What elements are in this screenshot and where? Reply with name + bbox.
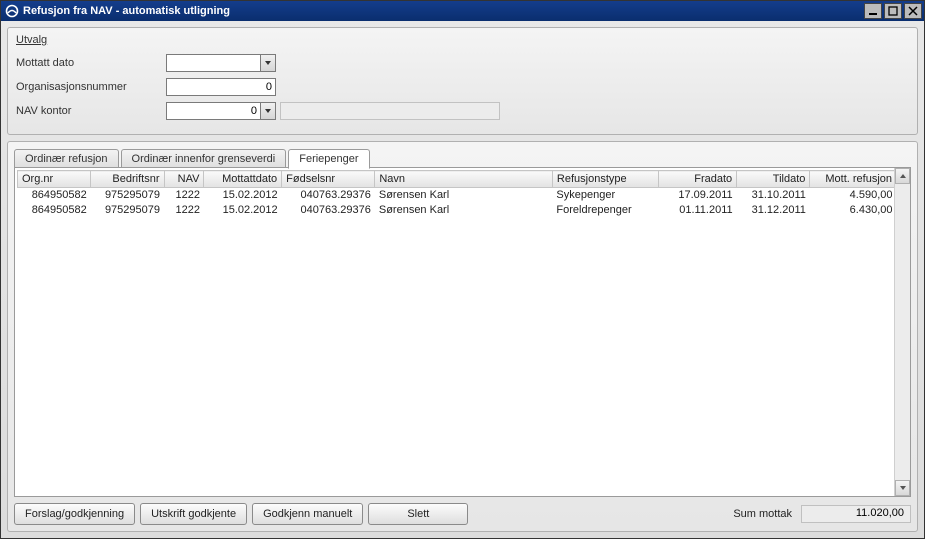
scroll-track[interactable]	[895, 184, 910, 480]
utskrift-godkjente-button[interactable]: Utskrift godkjente	[140, 503, 247, 525]
cell-bedriftsnr: 975295079	[91, 188, 164, 203]
app-window: Refusjon fra NAV - automatisk utligning …	[0, 0, 925, 539]
col-tildato[interactable]: Tildato	[737, 171, 810, 188]
tabstrip: Ordinær refusjon Ordinær innenfor grense…	[14, 146, 911, 168]
tabs-area: Ordinær refusjon Ordinær innenfor grense…	[7, 141, 918, 532]
godkjenn-manuelt-button[interactable]: Godkjenn manuelt	[252, 503, 363, 525]
col-mott-refusjon[interactable]: Mott. refusjon	[810, 171, 894, 188]
cell-bedriftsnr: 975295079	[91, 203, 164, 218]
scroll-down-button[interactable]	[895, 480, 910, 496]
cell-mott_refusjon: 6.430,00	[810, 203, 894, 218]
orgnr-label: Organisasjonsnummer	[16, 81, 166, 93]
sum-mottak-label: Sum mottak	[733, 508, 792, 520]
cell-fodselsnr: 040763.29376	[282, 188, 375, 203]
table-row[interactable]: 864950582975295079122215.02.2012040763.2…	[18, 203, 895, 218]
window-title: Refusjon fra NAV - automatisk utligning	[23, 5, 862, 17]
grid-container: Org.nr Bedriftsnr NAV Mottattdato Fødsel…	[14, 167, 911, 497]
cell-tildato: 31.10.2011	[737, 188, 810, 203]
forslag-godkjenning-button[interactable]: Forslag/godkjenning	[14, 503, 135, 525]
col-fodselsnr[interactable]: Fødselsnr	[282, 171, 375, 188]
cell-orgnr: 864950582	[18, 203, 91, 218]
col-refusjonstype[interactable]: Refusjonstype	[552, 171, 659, 188]
cell-refusjonstype: Sykepenger	[552, 188, 659, 203]
cell-refusjonstype: Foreldrepenger	[552, 203, 659, 218]
cell-fradato: 17.09.2011	[659, 188, 737, 203]
utvalg-group: Utvalg Mottatt dato Organisasjonsnummer …	[7, 27, 918, 135]
sum-mottak-value: 11.020,00	[801, 505, 911, 523]
col-nav[interactable]: NAV	[164, 171, 204, 188]
scroll-up-button[interactable]	[895, 168, 910, 184]
cell-tildato: 31.12.2011	[737, 203, 810, 218]
cell-fodselsnr: 040763.29376	[282, 203, 375, 218]
cell-mottattdato: 15.02.2012	[204, 188, 282, 203]
col-orgnr[interactable]: Org.nr	[18, 171, 91, 188]
mottatt-dato-dropdown-button[interactable]	[260, 54, 276, 72]
mottatt-dato-label: Mottatt dato	[16, 57, 166, 69]
col-fradato[interactable]: Fradato	[659, 171, 737, 188]
nav-kontor-input[interactable]	[166, 102, 260, 120]
nav-kontor-name-display	[280, 102, 500, 120]
col-mottattdato[interactable]: Mottattdato	[204, 171, 282, 188]
cell-nav: 1222	[164, 188, 204, 203]
maximize-button[interactable]	[884, 3, 902, 19]
utvalg-title: Utvalg	[16, 34, 909, 46]
cell-navn: Sørensen Karl	[375, 203, 553, 218]
orgnr-input[interactable]	[166, 78, 276, 96]
slett-button[interactable]: Slett	[368, 503, 468, 525]
titlebar: Refusjon fra NAV - automatisk utligning	[1, 1, 924, 21]
footer-bar: Forslag/godkjenning Utskrift godkjente G…	[14, 503, 911, 525]
nav-kontor-label: NAV kontor	[16, 105, 166, 117]
mottatt-dato-input[interactable]	[166, 54, 260, 72]
close-button[interactable]	[904, 3, 922, 19]
vertical-scrollbar[interactable]	[894, 168, 910, 496]
cell-fradato: 01.11.2011	[659, 203, 737, 218]
cell-mott_refusjon: 4.590,00	[810, 188, 894, 203]
cell-orgnr: 864950582	[18, 188, 91, 203]
nav-kontor-dropdown-button[interactable]	[260, 102, 276, 120]
minimize-button[interactable]	[864, 3, 882, 19]
table-row[interactable]: 864950582975295079122215.02.2012040763.2…	[18, 188, 895, 203]
col-navn[interactable]: Navn	[375, 171, 553, 188]
cell-nav: 1222	[164, 203, 204, 218]
cell-navn: Sørensen Karl	[375, 188, 553, 203]
tab-ordinaer-grenseverdi[interactable]: Ordinær innenfor grenseverdi	[121, 149, 287, 169]
cell-mottattdato: 15.02.2012	[204, 203, 282, 218]
tab-ordinaer-refusjon[interactable]: Ordinær refusjon	[14, 149, 119, 169]
refusjon-table: Org.nr Bedriftsnr NAV Mottattdato Fødsel…	[17, 170, 894, 218]
app-icon	[5, 4, 19, 18]
col-bedriftsnr[interactable]: Bedriftsnr	[91, 171, 164, 188]
tab-feriepenger[interactable]: Feriepenger	[288, 149, 369, 169]
